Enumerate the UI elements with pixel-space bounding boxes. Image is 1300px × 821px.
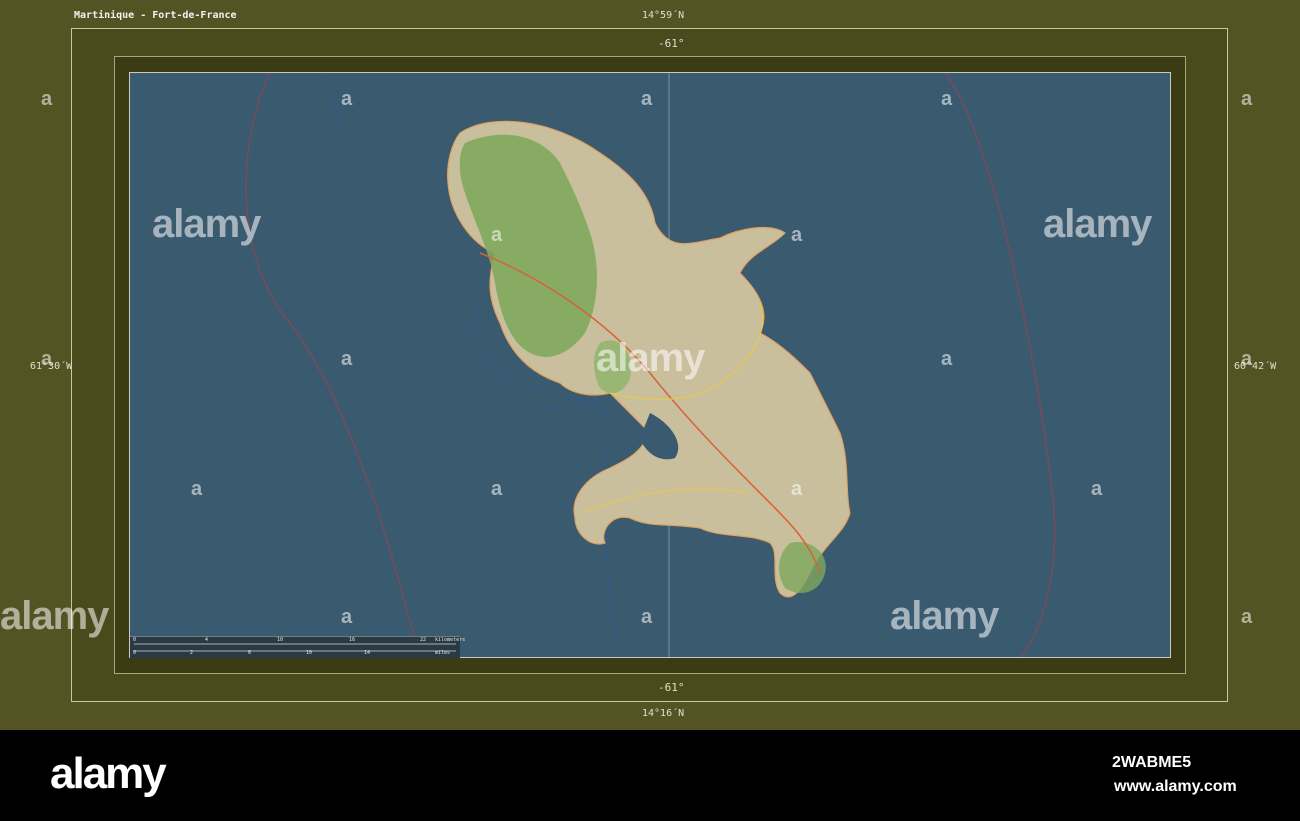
scale-km-tick: 10 [277, 637, 284, 643]
site-url[interactable]: www.alamy.com [1114, 778, 1237, 796]
scale-km-tick: 0 [133, 637, 137, 643]
watermark-logo: alamy [152, 202, 261, 246]
scale-mi-label: miles [435, 650, 451, 656]
scale-km-tick: 22 [420, 637, 427, 643]
scale-km-tick: 16 [349, 637, 356, 643]
latitude-top-label: 14°59´N [642, 10, 685, 21]
watermark-mark: a [1091, 478, 1102, 500]
watermark-mark: a [191, 478, 202, 500]
watermark-mark: a [1241, 606, 1252, 628]
scale-mi-tick: 2 [190, 650, 194, 656]
watermark-mark: a [491, 478, 502, 500]
watermark-logo: alamy [596, 336, 705, 380]
watermark-logo: alamy [0, 594, 109, 638]
scale-mi-tick: 6 [248, 650, 252, 656]
watermark-mark: a [1241, 88, 1252, 110]
latitude-bottom-label: 14°16´N [642, 708, 685, 719]
watermark-mark: a [641, 606, 652, 628]
brand-logo: alamy [50, 749, 167, 798]
watermark-mark: a [491, 224, 502, 246]
image-id: 2WABME5 [1112, 754, 1192, 771]
scale-km-tick: 4 [205, 637, 209, 643]
watermark-mark: a [1241, 348, 1252, 370]
scale-mi-tick: 14 [364, 650, 371, 656]
watermark-logo: alamy [1043, 202, 1152, 246]
watermark-mark: a [941, 88, 952, 110]
watermark-mark: a [791, 224, 802, 246]
map-title: Martinique - Fort-de-France [74, 10, 237, 21]
watermark-logo: alamy [890, 594, 999, 638]
watermark-mark: a [341, 348, 352, 370]
scale-mi-tick: 0 [133, 650, 137, 656]
scale-mi-tick: 10 [306, 650, 313, 656]
maritime-boundary-west [245, 73, 421, 657]
watermark-mark: a [341, 606, 352, 628]
meridian-top-label: -61° [658, 37, 685, 50]
maritime-boundary-east [944, 73, 1056, 657]
watermark-mark: a [791, 478, 802, 500]
watermark-mark: a [41, 348, 52, 370]
scale-km-label: kilometers [435, 637, 466, 643]
watermark-mark: a [941, 348, 952, 370]
meridian-bottom-label: -61° [658, 681, 685, 694]
watermark-mark: a [41, 88, 52, 110]
watermark-mark: a [641, 88, 652, 110]
scale-bar: kilometers miles 0 4 10 16 22 0 2 6 10 1… [130, 636, 465, 658]
footer-bar [0, 730, 1300, 821]
watermark-mark: a [341, 88, 352, 110]
